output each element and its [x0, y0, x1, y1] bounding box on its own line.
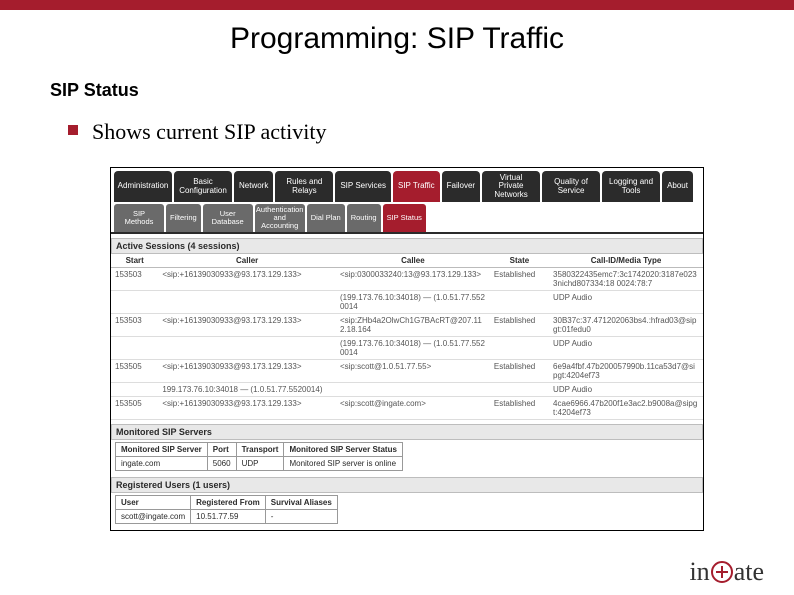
- col-header: User: [116, 495, 191, 509]
- logo-gate-icon: [711, 561, 733, 583]
- tab-rules-and-relays[interactable]: Rules and Relays: [275, 171, 333, 202]
- tab-administration[interactable]: Administration: [114, 171, 172, 202]
- tab-sip-traffic[interactable]: SIP Traffic: [393, 171, 440, 202]
- subtab-sip-status[interactable]: SIP Status: [383, 204, 426, 232]
- col-header: Monitored SIP Server Status: [284, 442, 402, 456]
- tab-network[interactable]: Network: [234, 171, 273, 202]
- bullet-square-icon: [68, 125, 78, 135]
- secondary-tabs: SIP MethodsFilteringUser DatabaseAuthent…: [111, 202, 703, 234]
- table-row: 199.173.76.10:34018 — (1.0.51.77.5520014…: [111, 382, 703, 396]
- col-header: State: [490, 254, 549, 268]
- sip-status-screenshot: AdministrationBasic ConfigurationNetwork…: [110, 167, 704, 531]
- subtab-dial-plan[interactable]: Dial Plan: [307, 204, 345, 232]
- active-sessions-table: StartCallerCalleeStateCall-ID/Media Type…: [111, 254, 703, 420]
- table-row: (199.173.76.10:34018) — (1.0.51.77.55200…: [111, 290, 703, 313]
- tab-logging-and-tools[interactable]: Logging and Tools: [602, 171, 660, 202]
- active-sessions-header: Active Sessions (4 sessions): [111, 238, 703, 254]
- subtab-sip-methods[interactable]: SIP Methods: [114, 204, 164, 232]
- monitored-servers-table: Monitored SIP ServerPortTransportMonitor…: [115, 442, 403, 471]
- registered-users-header: Registered Users (1 users): [111, 477, 703, 493]
- subtab-authentication-and-accounting[interactable]: Authentication and Accounting: [255, 204, 305, 232]
- tab-about[interactable]: About: [662, 171, 693, 202]
- table-row: 153505<sip:+16139030933@93.173.129.133><…: [111, 359, 703, 382]
- col-header: Port: [207, 442, 236, 456]
- page-title: Programming: SIP Traffic: [0, 22, 794, 56]
- table-row: scott@ingate.com10.51.77.59-: [116, 509, 338, 523]
- tab-sip-services[interactable]: SIP Services: [335, 171, 391, 202]
- subtab-filtering[interactable]: Filtering: [166, 204, 201, 232]
- accent-topbar: [0, 0, 794, 10]
- table-row: ingate.com5060UDPMonitored SIP server is…: [116, 456, 403, 470]
- subtab-user-database[interactable]: User Database: [203, 204, 253, 232]
- section-heading: SIP Status: [50, 80, 744, 101]
- col-header: Survival Aliases: [265, 495, 337, 509]
- tab-virtual-private-networks[interactable]: Virtual Private Networks: [482, 171, 540, 202]
- tab-failover[interactable]: Failover: [442, 171, 480, 202]
- col-header: Registered From: [191, 495, 266, 509]
- col-header: Caller: [158, 254, 336, 268]
- logo-prefix: in: [689, 557, 709, 587]
- table-row: (199.173.76.10:34018) — (1.0.51.77.55200…: [111, 336, 703, 359]
- registered-users-table: UserRegistered FromSurvival Aliasesscott…: [115, 495, 338, 524]
- primary-tabs: AdministrationBasic ConfigurationNetwork…: [111, 168, 703, 202]
- tab-basic-configuration[interactable]: Basic Configuration: [174, 171, 232, 202]
- col-header: Start: [111, 254, 158, 268]
- logo-suffix: ate: [734, 557, 764, 587]
- col-header: Monitored SIP Server: [116, 442, 208, 456]
- table-row: 153503<sip:+16139030933@93.173.129.133><…: [111, 267, 703, 290]
- bullet-item: Shows current SIP activity: [68, 119, 744, 145]
- tab-quality-of-service[interactable]: Quality of Service: [542, 171, 600, 202]
- table-row: 153503<sip:+16139030933@93.173.129.133><…: [111, 313, 703, 336]
- bullet-text: Shows current SIP activity: [92, 119, 326, 145]
- col-header: Call-ID/Media Type: [549, 254, 703, 268]
- ingate-logo: in ate: [689, 557, 764, 587]
- table-row: 153505<sip:+16139030933@93.173.129.133><…: [111, 396, 703, 419]
- monitored-servers-header: Monitored SIP Servers: [111, 424, 703, 440]
- subtab-routing[interactable]: Routing: [347, 204, 381, 232]
- col-header: Callee: [336, 254, 490, 268]
- col-header: Transport: [236, 442, 284, 456]
